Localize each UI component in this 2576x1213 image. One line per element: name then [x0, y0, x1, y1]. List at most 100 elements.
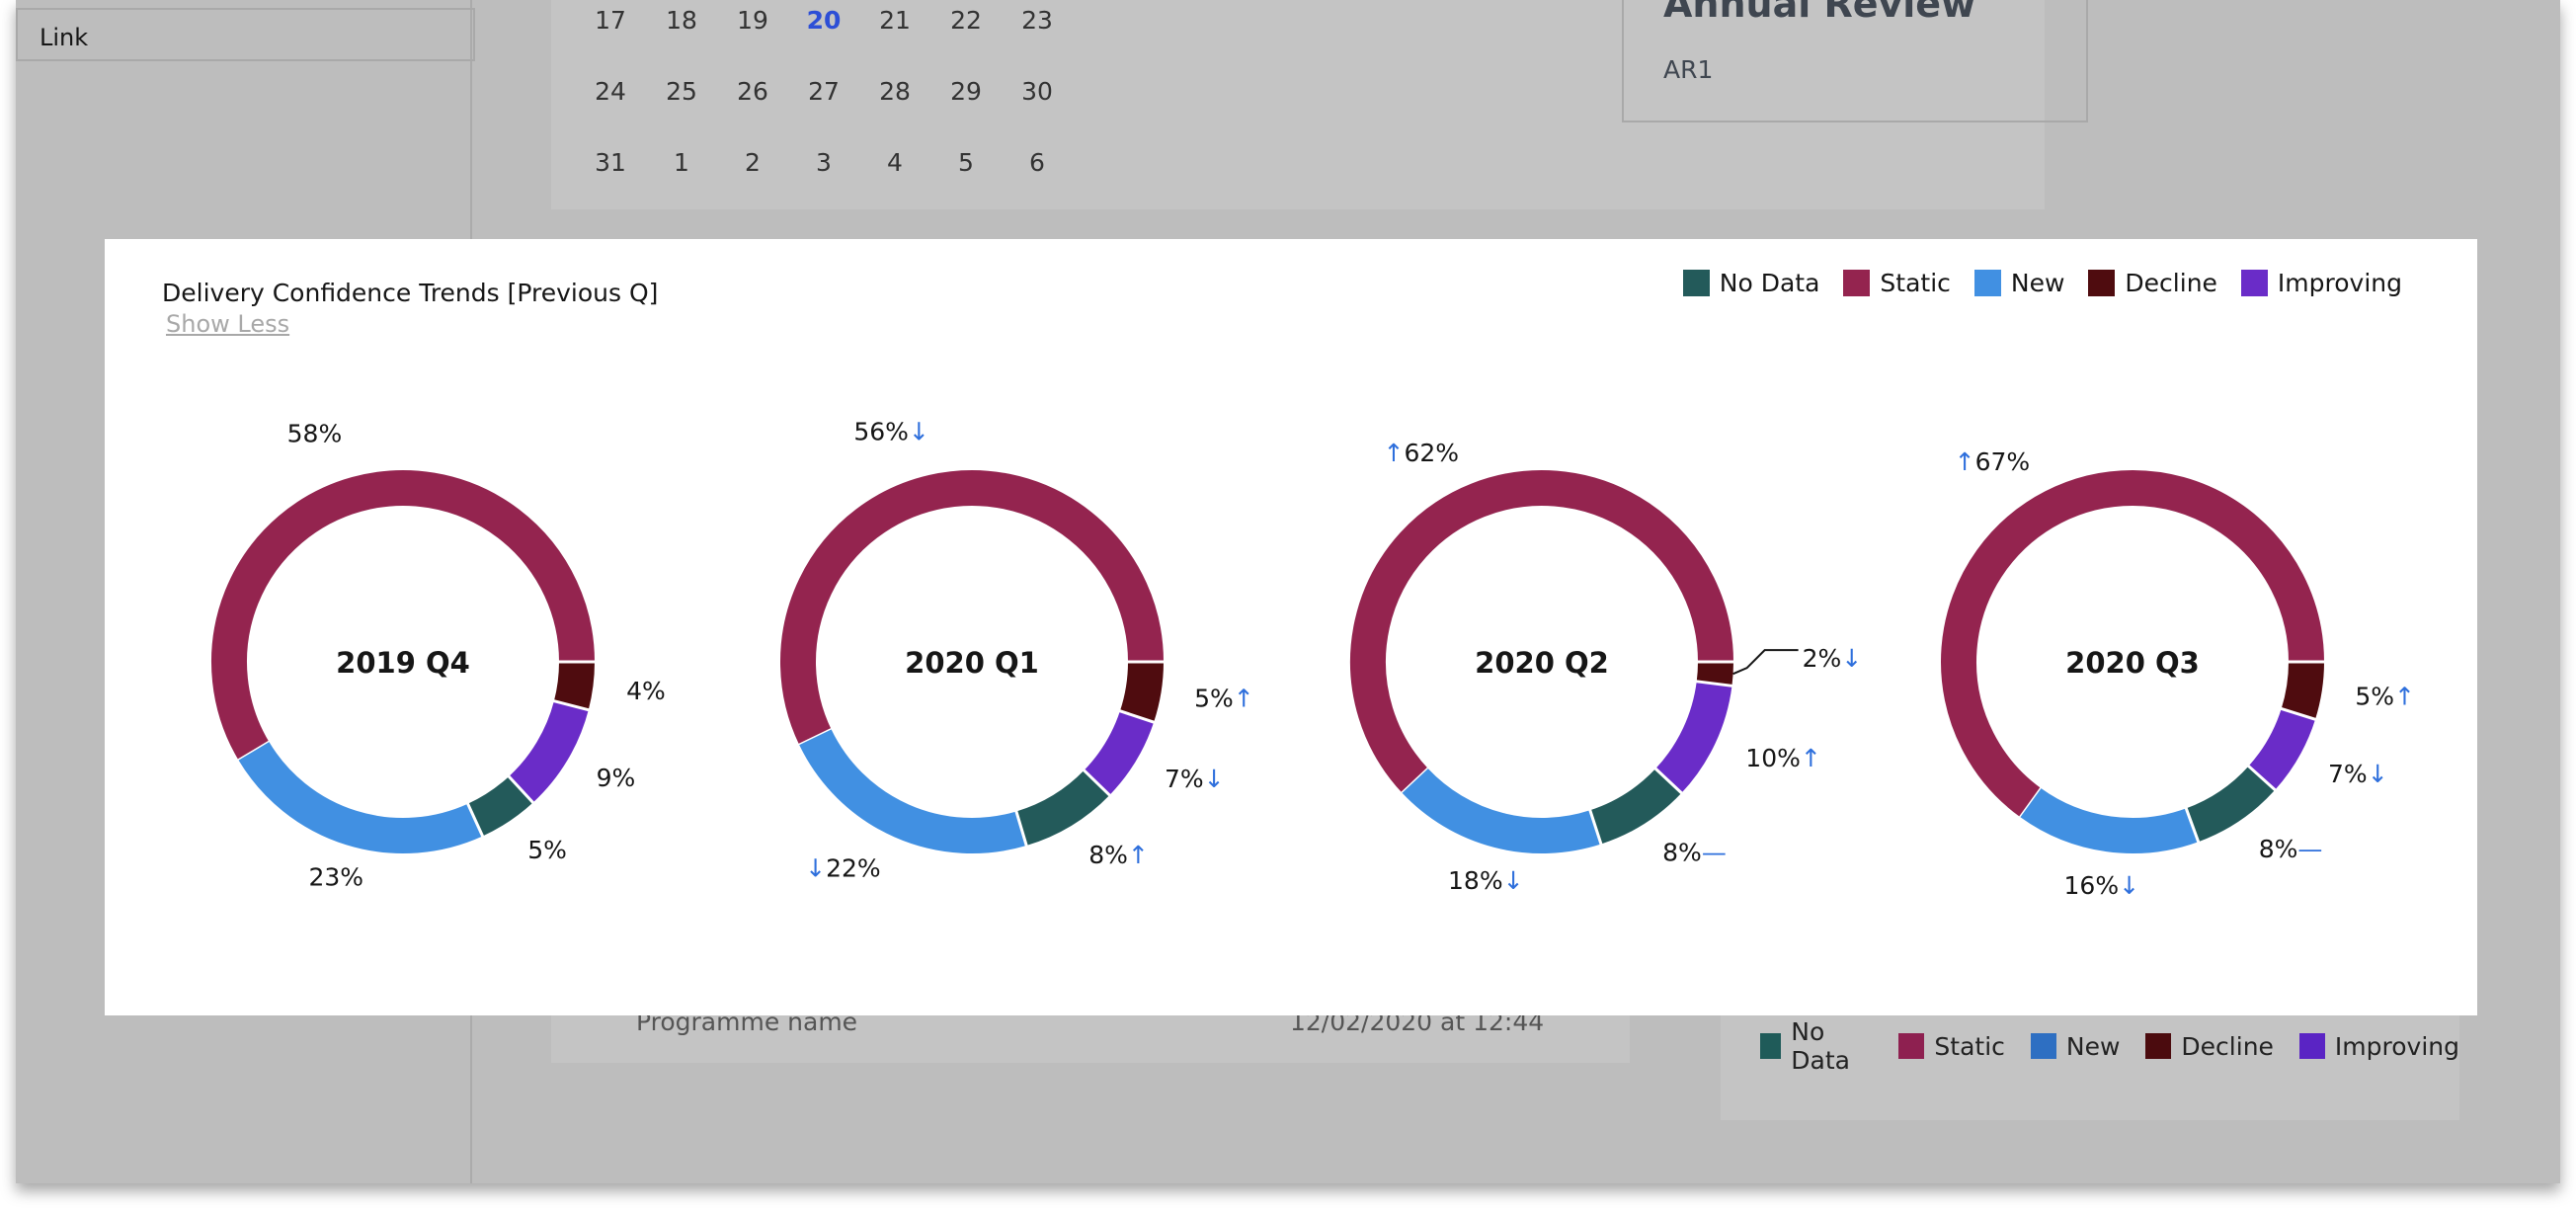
- donut-chart: ↑62%2%↓10%↑8%—18%↓2020 Q2: [1350, 439, 1862, 895]
- value-text: 62%: [1404, 439, 1459, 467]
- slice-improving[interactable]: [1084, 710, 1155, 795]
- slice-new[interactable]: [238, 741, 483, 853]
- slice-value-label: 5%↑: [2355, 683, 2415, 711]
- slice-decline[interactable]: [553, 661, 595, 710]
- calendar-day[interactable]: 30: [1007, 77, 1067, 106]
- donut-chart: 56%↓5%↑7%↓8%↑↓22%2020 Q1: [780, 418, 1254, 882]
- background-legend-item: Improving: [2298, 1017, 2459, 1075]
- trend-arrow-icon: ↓: [909, 418, 929, 446]
- slice-decline[interactable]: [2281, 661, 2324, 720]
- slice-value-label: 56%↓: [853, 418, 929, 446]
- calendar-day[interactable]: 24: [581, 77, 640, 106]
- slice-new[interactable]: [1402, 768, 1601, 853]
- calendar-day[interactable]: 19: [723, 6, 782, 35]
- background-legend-label: New: [2065, 1031, 2121, 1061]
- donut-center-label: 2020 Q3: [2065, 646, 2200, 680]
- slice-improving[interactable]: [1654, 681, 1732, 793]
- slice-value-label: 7%↓: [1165, 765, 1225, 793]
- background-legend-item: Static: [1898, 1017, 2005, 1075]
- background-legend-label: Static: [1934, 1031, 2005, 1061]
- slice-value-label: 16%↓: [2064, 871, 2140, 900]
- calendar-day[interactable]: 29: [936, 77, 996, 106]
- slice-value-label: 8%↑: [1088, 841, 1149, 869]
- trend-arrow-icon: —: [1702, 839, 1727, 867]
- calendar-day[interactable]: 25: [652, 77, 711, 106]
- trend-arrow-icon: ↑: [1955, 447, 1975, 476]
- value-text: 8%: [1662, 839, 1702, 867]
- trend-arrow-icon: ↑: [1234, 684, 1254, 712]
- trend-arrow-icon: ↓: [2368, 760, 2388, 788]
- donut-center-label: 2020 Q2: [1475, 646, 1609, 680]
- value-text: 67%: [1975, 447, 2031, 476]
- value-text: 5%: [527, 836, 567, 864]
- background-legend-label: Decline: [2181, 1031, 2274, 1061]
- slice-value-label: 9%: [597, 764, 636, 792]
- slice-value-label: ↓22%: [805, 853, 881, 882]
- calendar-day[interactable]: 3: [794, 148, 853, 177]
- slice-decline[interactable]: [1119, 661, 1164, 723]
- trend-arrow-icon: ↑: [2394, 683, 2415, 711]
- donut-center-label: 2020 Q1: [905, 646, 1039, 680]
- value-text: 8%: [2259, 835, 2298, 863]
- slice-value-label: 58%: [287, 420, 343, 448]
- background-legend-swatch: [1898, 1033, 1925, 1059]
- calendar-day[interactable]: 20: [794, 6, 853, 35]
- slice-improving[interactable]: [2248, 707, 2316, 790]
- value-text: 7%: [1165, 765, 1204, 793]
- calendar-day[interactable]: 31: [581, 148, 640, 177]
- calendar-day[interactable]: 1: [652, 148, 711, 177]
- calendar-day[interactable]: 18: [652, 6, 711, 35]
- value-text: 16%: [2064, 871, 2120, 900]
- slice-improving[interactable]: [508, 700, 589, 803]
- calendar-day[interactable]: 2: [723, 148, 782, 177]
- trends-modal: Delivery Confidence Trends [Previous Q] …: [105, 239, 2477, 1015]
- value-text: 9%: [597, 764, 636, 792]
- slice-static[interactable]: [780, 470, 1164, 746]
- annual-review-card[interactable]: Annual Review AR1: [1622, 0, 2088, 122]
- trend-arrow-icon: ↓: [2119, 871, 2139, 900]
- value-text: 2%: [1803, 644, 1842, 673]
- link-item[interactable]: Link: [16, 8, 475, 61]
- value-text: 5%: [1194, 684, 1234, 712]
- trend-arrow-icon: ↑: [1128, 841, 1149, 869]
- calendar-day[interactable]: 22: [936, 6, 996, 35]
- calendar-day[interactable]: 17: [581, 6, 640, 35]
- slice-decline[interactable]: [1696, 661, 1733, 687]
- slice-new[interactable]: [2020, 787, 2199, 853]
- slice-no-data[interactable]: [2185, 766, 2276, 843]
- trend-arrow-icon: ↑: [1384, 439, 1405, 467]
- value-text: 18%: [1448, 866, 1503, 895]
- background-legend: No Data Static New Decline Improving: [1760, 1017, 2459, 1075]
- value-text: 22%: [826, 853, 881, 882]
- background-legend-swatch: [2145, 1033, 2172, 1059]
- calendar-day[interactable]: 4: [865, 148, 925, 177]
- slice-new[interactable]: [799, 729, 1027, 853]
- calendar-day[interactable]: 21: [865, 6, 925, 35]
- slice-no-data[interactable]: [467, 775, 533, 837]
- background-legend-item: Decline: [2145, 1017, 2274, 1075]
- calendar-day[interactable]: 28: [865, 77, 925, 106]
- background-legend-label: Improving: [2334, 1031, 2459, 1061]
- calendar-day[interactable]: 5: [936, 148, 996, 177]
- value-text: 8%: [1088, 841, 1128, 869]
- value-text: 23%: [309, 863, 364, 892]
- slice-no-data[interactable]: [1015, 769, 1110, 846]
- calendar-day[interactable]: 23: [1007, 6, 1067, 35]
- background-legend-swatch: [2030, 1033, 2056, 1059]
- slice-no-data[interactable]: [1589, 768, 1682, 845]
- value-text: 7%: [2328, 760, 2368, 788]
- slice-static[interactable]: [211, 470, 595, 761]
- calendar-panel: 17 18 19 20 21 22 23 24 25 26 27 28 29 30 31 1 2 3 4 5 6 Ann…: [551, 0, 2088, 209]
- donut-chart: 58% 4% 9% 5% 23% 2019 Q4: [211, 420, 666, 892]
- trend-arrow-icon: ↓: [1503, 866, 1524, 895]
- slice-static[interactable]: [1350, 470, 1733, 793]
- slice-value-label: 5%↑: [1194, 684, 1254, 712]
- calendar-day[interactable]: 6: [1007, 148, 1067, 177]
- value-text: 5%: [2355, 683, 2394, 711]
- calendar-day[interactable]: 27: [794, 77, 853, 106]
- slice-value-label: 23%: [309, 863, 364, 892]
- calendar-day[interactable]: 26: [723, 77, 782, 106]
- background-legend-swatch: [2298, 1033, 2325, 1059]
- slice-value-label: 5%: [527, 836, 567, 864]
- slice-value-label: 8%—: [2259, 835, 2323, 863]
